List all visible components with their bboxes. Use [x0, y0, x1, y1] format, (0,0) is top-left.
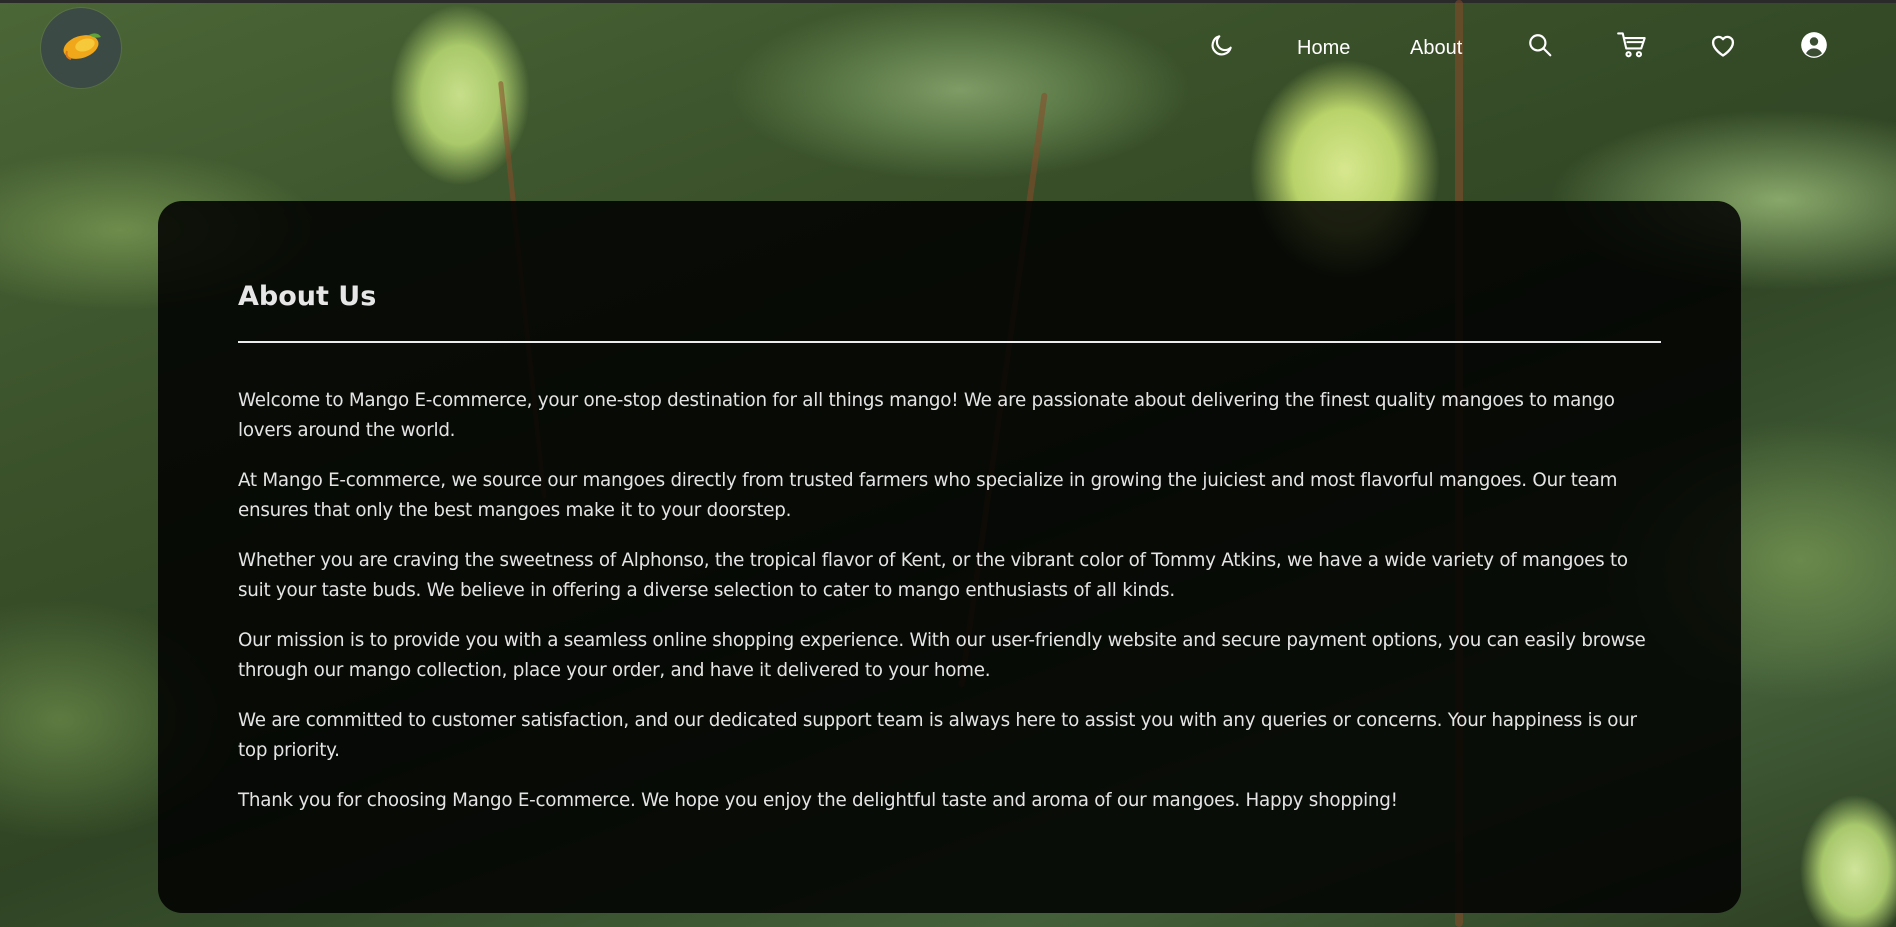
moon-icon	[1209, 32, 1235, 62]
about-panel: About Us Welcome to Mango E-commerce, yo…	[158, 201, 1741, 913]
about-paragraph: Our mission is to provide you with a sea…	[238, 630, 1646, 681]
title-divider	[238, 341, 1661, 343]
about-paragraph: Thank you for choosing Mango E-commerce.…	[238, 790, 1398, 811]
mango-logo-icon	[59, 29, 103, 67]
site-header: Home About	[0, 0, 1896, 96]
account-button[interactable]	[1799, 32, 1829, 62]
nav-link-home[interactable]: Home	[1297, 34, 1350, 62]
nav-link-about[interactable]: About	[1410, 34, 1462, 62]
about-content: Welcome to Mango E-commerce, your one-st…	[238, 386, 1661, 836]
wishlist-button[interactable]	[1708, 32, 1738, 62]
about-paragraph: Welcome to Mango E-commerce, your one-st…	[238, 390, 1615, 441]
search-icon	[1527, 32, 1553, 62]
search-button[interactable]	[1525, 32, 1555, 62]
about-paragraph: At Mango E-commerce, we source our mango…	[238, 470, 1618, 521]
about-paragraph: We are committed to customer satisfactio…	[238, 710, 1637, 761]
heart-icon	[1709, 32, 1737, 62]
cart-button[interactable]	[1617, 32, 1647, 62]
page: Home About About Us Welcome to Mango E-c…	[0, 0, 1896, 927]
cart-icon	[1617, 31, 1647, 63]
page-title: About Us	[238, 281, 377, 312]
theme-toggle-button[interactable]	[1207, 32, 1237, 62]
logo-button[interactable]	[41, 8, 121, 88]
user-icon	[1800, 31, 1828, 63]
about-paragraph: Whether you are craving the sweetness of…	[238, 550, 1628, 601]
